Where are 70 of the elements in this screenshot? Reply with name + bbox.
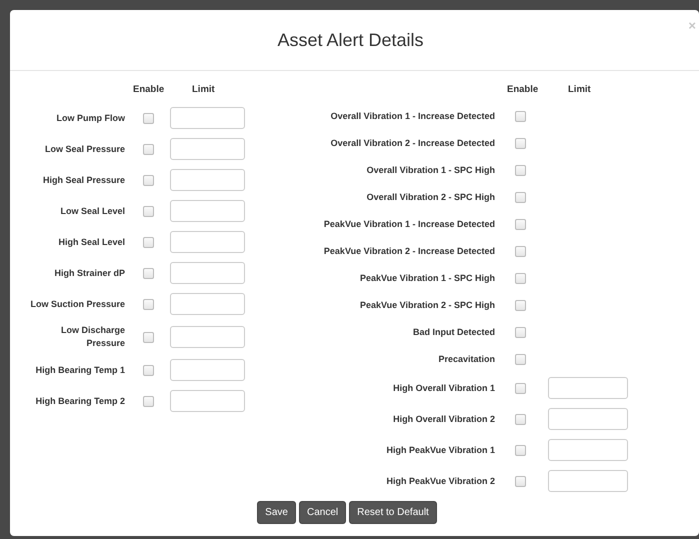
enable-checkbox[interactable] (143, 236, 154, 248)
alert-label: High Overall Vibration 2 (392, 412, 495, 426)
limit-field[interactable] (170, 231, 245, 253)
limit-field[interactable] (170, 169, 245, 191)
alert-label: Precavitation (437, 352, 495, 366)
limit-field[interactable] (548, 470, 628, 492)
alert-label: Low Seal Level (59, 204, 125, 218)
enable-checkbox[interactable] (515, 218, 526, 230)
enable-checkbox[interactable] (515, 476, 526, 486)
enable-checkbox[interactable] (515, 246, 526, 256)
enable-checkbox[interactable] (515, 110, 526, 122)
enable-checkbox[interactable] (143, 268, 154, 278)
alert-label: Low Pump Flow (56, 112, 125, 125)
alert-label: PeakVue Vibration 1 - SPC High (358, 272, 495, 285)
limit-field[interactable] (548, 439, 628, 461)
limit-field[interactable] (548, 408, 628, 430)
dialog-button[interactable]: Reset to Default (349, 501, 437, 524)
column-header: Enable (507, 83, 538, 97)
alert-label: High Overall Vibration 1 (392, 382, 495, 395)
alert-label: Low Seal Pressure (44, 142, 125, 156)
alert-label: High Bearing Temp 1 (34, 364, 125, 377)
limit-field[interactable] (548, 377, 628, 399)
alert-label: Overall Vibration 2 - Increase Detected (330, 136, 495, 150)
enable-checkbox[interactable] (515, 272, 526, 284)
enable-checkbox[interactable] (515, 444, 526, 456)
alert-label: High PeakVue Vibration 1 (385, 444, 495, 457)
limit-field[interactable] (170, 390, 245, 412)
enable-checkbox[interactable] (515, 382, 526, 394)
enable-checkbox[interactable] (515, 300, 526, 310)
alert-label: High Strainer dP (53, 266, 125, 280)
limit-field[interactable] (170, 138, 245, 160)
column-header: Limit (192, 83, 215, 97)
alert-label: Overall Vibration 2 - SPC High (366, 190, 495, 204)
alert-label: High PeakVue Vibration 2 (385, 474, 495, 488)
column-header: Limit (568, 83, 591, 97)
enable-checkbox[interactable] (143, 396, 154, 406)
alert-label: PeakVue Vibration 1 - Increase Detected (322, 218, 495, 230)
enable-checkbox[interactable] (143, 112, 154, 124)
limit-field[interactable] (170, 262, 245, 284)
enable-checkbox[interactable] (515, 138, 526, 148)
dialog-button[interactable]: Save (257, 501, 296, 524)
enable-checkbox[interactable] (515, 164, 526, 176)
enable-checkbox[interactable] (143, 174, 154, 186)
limit-field[interactable] (170, 359, 245, 381)
enable-checkbox[interactable] (143, 144, 154, 154)
limit-field[interactable] (170, 293, 245, 315)
enable-checkbox[interactable] (143, 332, 154, 342)
dialog-button[interactable]: Cancel (298, 501, 346, 524)
enable-checkbox[interactable] (143, 298, 154, 310)
column-header: Enable (133, 83, 164, 97)
alert-label: High Seal Pressure (42, 174, 125, 187)
alert-label: Low Discharge Pressure (60, 324, 125, 350)
alert-label: PeakVue Vibration 2 - SPC High (358, 298, 495, 312)
dialog-title: Asset Alert Details (277, 30, 424, 50)
enable-checkbox[interactable] (143, 364, 154, 376)
enable-checkbox[interactable] (515, 192, 526, 202)
limit-field[interactable] (170, 200, 245, 222)
enable-checkbox[interactable] (143, 206, 154, 216)
alert-label: High Bearing Temp 2 (34, 394, 125, 408)
enable-checkbox[interactable] (515, 414, 526, 424)
limit-field[interactable] (170, 107, 245, 129)
alert-label: Low Suction Pressure (29, 298, 125, 310)
alert-label: Overall Vibration 1 - Increase Detected (330, 110, 495, 122)
limit-field[interactable] (170, 326, 245, 348)
alert-label: Overall Vibration 1 - SPC High (366, 164, 495, 177)
enable-checkbox[interactable] (515, 326, 526, 338)
alert-label: PeakVue Vibration 2 - Increase Detected (322, 244, 495, 258)
alert-label: Bad Input Detected (412, 326, 495, 339)
enable-checkbox[interactable] (515, 354, 526, 364)
alert-label: High Seal Level (57, 236, 125, 249)
